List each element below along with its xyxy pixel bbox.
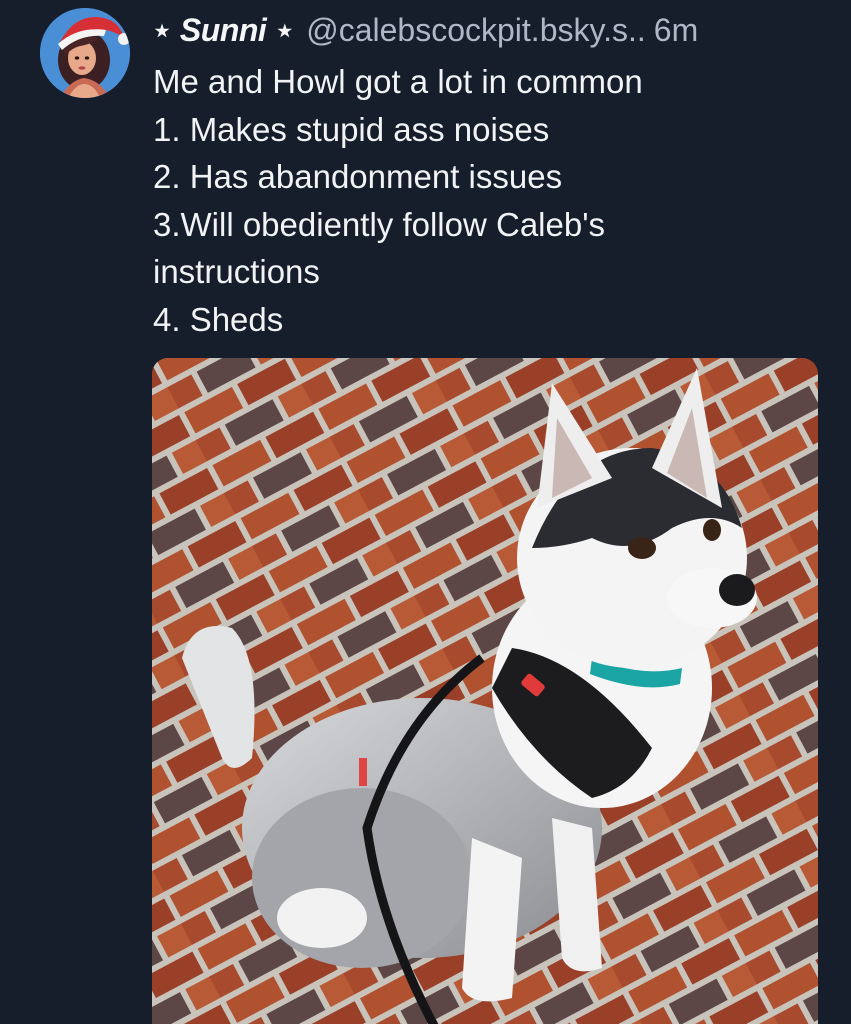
author-display-name[interactable]: ⋆ Sunni ⋆ xyxy=(152,11,295,49)
post-timestamp[interactable]: 6m xyxy=(654,12,698,49)
post-text-line: 3.Will obediently follow Caleb's xyxy=(153,205,606,243)
post-header: ⋆ Sunni ⋆ @calebscockpit.bsky.s.. 6m xyxy=(152,8,698,52)
post-text-line: Me and Howl got a lot in common xyxy=(153,63,643,100)
author-handle[interactable]: @calebscockpit.bsky.s.. xyxy=(306,12,646,49)
profile-avatar-icon xyxy=(40,8,130,98)
post-text-line: instructions xyxy=(153,253,320,290)
post-text-line: 4. Sheds xyxy=(153,300,284,338)
post-image[interactable] xyxy=(152,358,818,1024)
author-avatar[interactable] xyxy=(40,8,130,98)
husky-puppy-photo-icon xyxy=(152,358,818,1024)
post-text-line: 2. Has abandonment issues xyxy=(153,158,563,195)
post-card[interactable]: ⋆ Sunni ⋆ @calebscockpit.bsky.s.. 6m Me … xyxy=(0,0,851,1024)
post-text-line: 1. Makes stupid ass noises xyxy=(153,110,550,148)
post-text: Me and Howl got a lot in common 1. Makes… xyxy=(153,58,813,343)
